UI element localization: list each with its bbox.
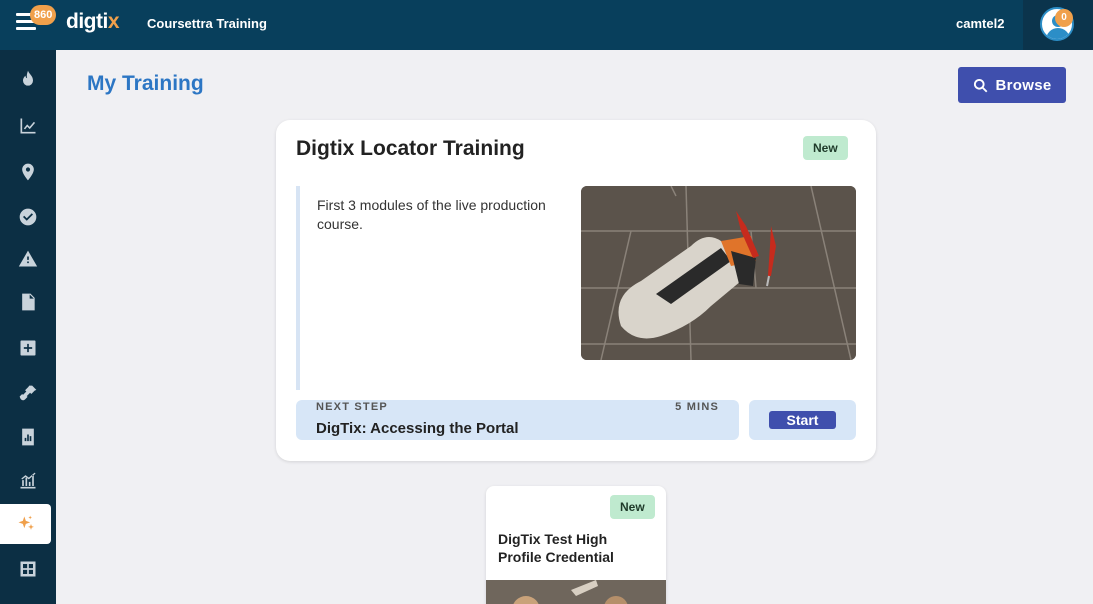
notification-count-badge: 860 — [30, 5, 57, 25]
shovel-icon[interactable] — [0, 374, 56, 414]
course-description: First 3 modules of the live production c… — [317, 197, 546, 232]
username[interactable]: camtel2 — [956, 16, 1004, 31]
start-panel: Start — [749, 400, 856, 440]
warning-icon[interactable] — [0, 239, 56, 279]
sparkle-icon[interactable] — [0, 504, 51, 544]
report-icon[interactable] — [0, 417, 56, 457]
featured-course-card[interactable]: Digtix Locator Training New First 3 modu… — [276, 120, 876, 461]
course-card[interactable]: New DigTix Test High Profile Credential — [486, 486, 666, 604]
course-title: Digtix Locator Training — [296, 137, 525, 160]
search-icon — [973, 78, 987, 92]
digtix-logo[interactable]: digtix — [66, 10, 120, 34]
duration-label: 5 MINS — [675, 401, 719, 413]
next-step-panel[interactable]: NEXT STEP 5 MINS DigTix: Accessing the P… — [296, 400, 739, 440]
check-circle-icon[interactable] — [0, 197, 56, 237]
browse-button[interactable]: Browse — [958, 67, 1066, 103]
flame-icon[interactable] — [0, 59, 56, 99]
new-badge: New — [610, 495, 655, 519]
description-accent-bar — [296, 186, 300, 390]
analytics-icon[interactable] — [0, 461, 56, 501]
browse-label: Browse — [995, 76, 1052, 94]
next-step-title: DigTix: Accessing the Portal — [316, 420, 519, 437]
trend-chart-icon[interactable] — [0, 106, 56, 146]
plus-square-icon[interactable] — [0, 328, 56, 368]
sidebar — [0, 50, 56, 604]
app-title: Coursettra Training — [147, 16, 267, 31]
course-image — [581, 186, 856, 360]
course-image — [486, 580, 666, 604]
map-pin-icon[interactable] — [0, 152, 56, 192]
course-title: DigTix Test High Profile Credential — [498, 531, 614, 565]
avatar-badge: 0 — [1055, 9, 1073, 27]
new-badge: New — [803, 136, 848, 160]
page-title: My Training — [87, 72, 204, 95]
top-bar: 860 digtix Coursettra Training camtel2 0 — [0, 0, 1093, 50]
next-step-label: NEXT STEP — [316, 401, 388, 413]
document-icon[interactable] — [0, 282, 56, 322]
grid-icon[interactable] — [0, 549, 56, 589]
start-button[interactable]: Start — [769, 411, 836, 429]
